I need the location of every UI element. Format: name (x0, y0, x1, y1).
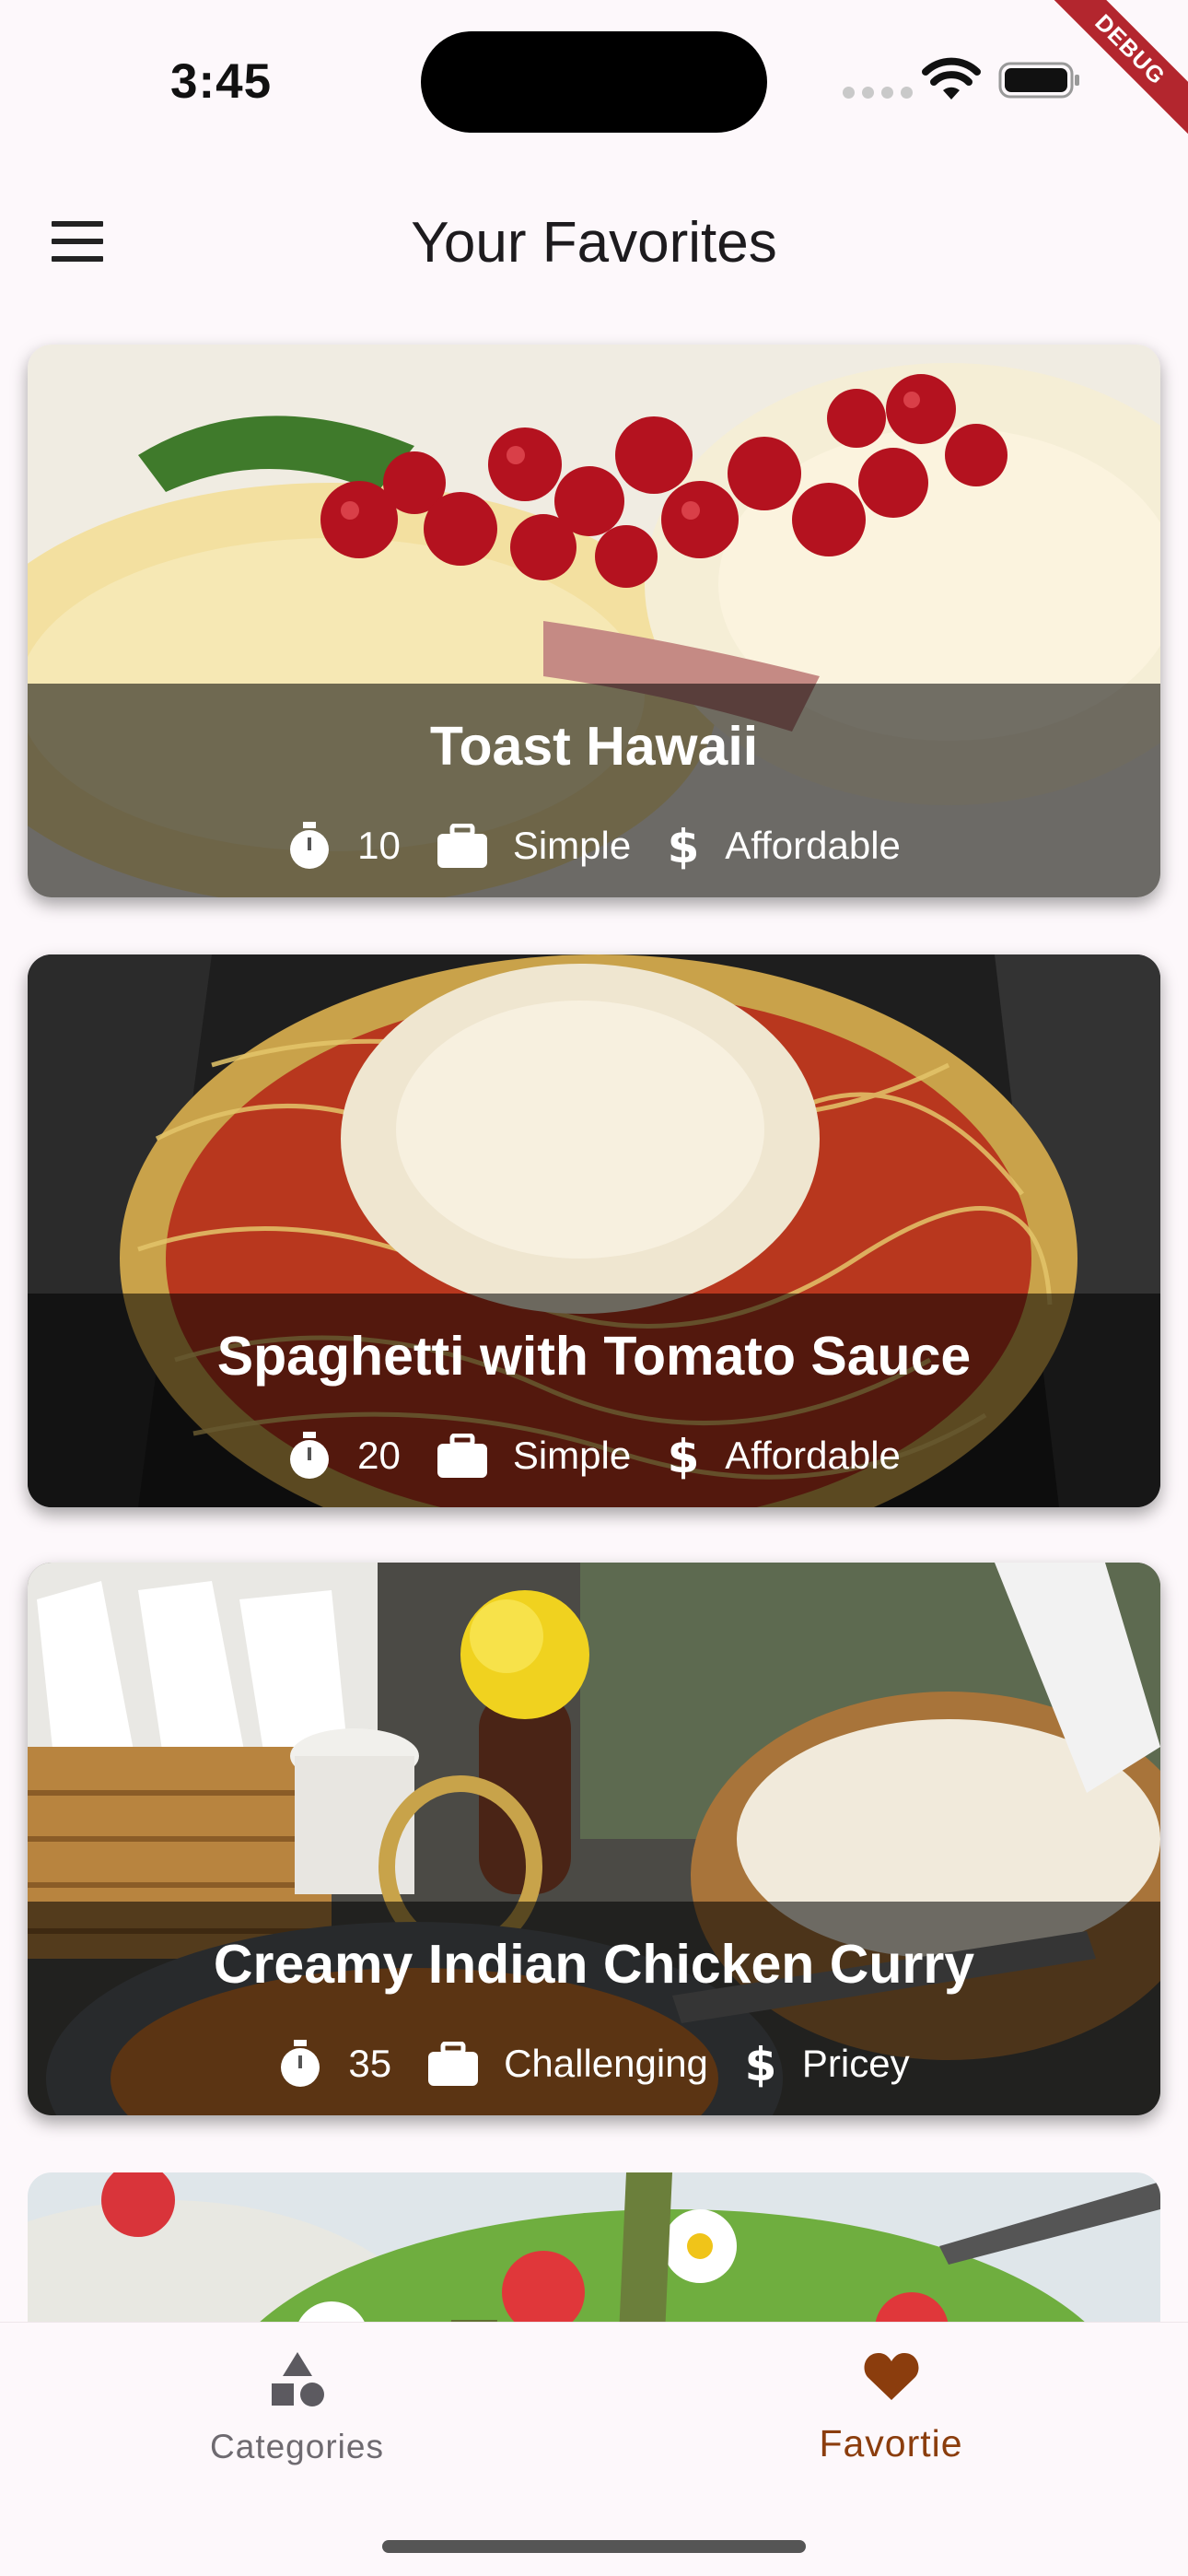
meal-affordability: $ Pricey (745, 2040, 910, 2088)
timer-icon (281, 2040, 320, 2087)
meal-affordability: $ Affordable (668, 822, 901, 870)
meal-title: Spaghetti with Tomato Sauce (216, 1326, 972, 1387)
meal-affordability-value: Pricey (801, 2042, 910, 2085)
categories-icon (271, 2352, 324, 2406)
meal-complexity: Challenging (428, 2042, 708, 2086)
meal-complexity-value: Simple (512, 1434, 632, 1477)
dollar-icon: $ (668, 822, 699, 870)
meal-info-overlay: Spaghetti with Tomato Sauce 20 Simple $ … (28, 1294, 1160, 1507)
meal-info-overlay: Toast Hawaii 10 Simple $ Affordable (28, 684, 1160, 897)
briefcase-icon (428, 2042, 479, 2086)
nav-item-favorites[interactable]: Favortie (594, 2323, 1188, 2507)
meal-duration-value: 35 (348, 2042, 392, 2085)
meal-title: Creamy Indian Chicken Curry (213, 1934, 975, 1995)
svg-text:$: $ (745, 2040, 776, 2088)
app-screen: 3:45 DEBUG Your Favorites Toast Hawaii 1… (0, 0, 1188, 2576)
meal-info-overlay: Creamy Indian Chicken Curry 35 Challengi… (28, 1902, 1160, 2115)
meal-duration: 10 (287, 822, 401, 870)
meal-duration-value: 20 (357, 1434, 401, 1477)
meal-affordability-value: Affordable (725, 824, 901, 867)
battery-icon (998, 62, 1079, 99)
meal-meta: 10 Simple $ Affordable (28, 822, 1160, 870)
meal-meta: 35 Challenging $ Pricey (28, 2040, 1160, 2088)
dollar-icon: $ (668, 1432, 699, 1480)
nav-label-favorites: Favortie (819, 2422, 963, 2465)
svg-text:$: $ (668, 1432, 699, 1480)
meal-duration: 20 (287, 1432, 401, 1480)
meal-card[interactable]: Creamy Indian Chicken Curry 35 Challengi… (28, 1563, 1160, 2115)
svg-text:$: $ (668, 822, 699, 870)
meal-card[interactable]: Spaghetti with Tomato Sauce 20 Simple $ … (28, 954, 1160, 1507)
timer-icon (290, 822, 330, 869)
briefcase-icon (437, 1434, 487, 1478)
bottom-navigation: Categories Favortie (0, 2322, 1188, 2576)
meal-affordability-value: Affordable (725, 1434, 901, 1477)
heart-icon (864, 2353, 918, 2400)
nav-label-categories: Categories (210, 2428, 384, 2465)
meal-complexity-value: Challenging (504, 2042, 708, 2085)
timer-icon (290, 1432, 330, 1479)
meal-title: Toast Hawaii (429, 716, 759, 777)
meal-complexity: Simple (437, 1434, 631, 1478)
meal-complexity: Simple (437, 824, 631, 868)
status-time: 3:45 (170, 54, 273, 109)
meal-complexity-value: Simple (512, 824, 632, 867)
dollar-icon: $ (745, 2040, 776, 2088)
meal-card[interactable]: Toast Hawaii 10 Simple $ Affordable (28, 345, 1160, 897)
home-indicator[interactable] (382, 2540, 806, 2553)
meal-duration-value: 10 (357, 824, 401, 867)
nav-item-categories[interactable]: Categories (0, 2323, 594, 2507)
meal-meta: 20 Simple $ Affordable (28, 1432, 1160, 1480)
dynamic-island (421, 31, 767, 133)
meal-affordability: $ Affordable (668, 1432, 901, 1480)
wifi-icon (922, 57, 981, 100)
page-title: Your Favorites (411, 211, 777, 275)
briefcase-icon (437, 824, 487, 868)
meal-duration: 35 (278, 2040, 391, 2088)
cellular-icon (843, 87, 913, 99)
